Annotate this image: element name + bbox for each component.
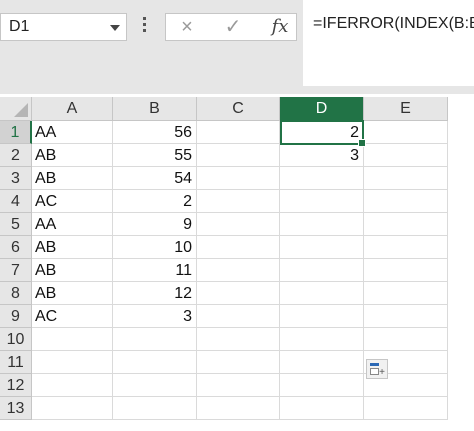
cell-d6[interactable] [280,236,364,259]
cell-e6[interactable] [364,236,448,259]
cell-e2[interactable] [364,144,448,167]
cell-c5[interactable] [197,213,280,236]
cell-b3[interactable]: 54 [113,167,197,190]
formula-buttons: × ✓ fx [165,13,297,41]
active-cell-border [280,120,366,147]
cell-e10[interactable] [364,328,448,351]
row-header-1[interactable]: 1 [0,121,32,144]
cell-b4[interactable]: 2 [113,190,197,213]
cell-b2[interactable]: 55 [113,144,197,167]
cell-b12[interactable] [113,374,197,397]
cell-c4[interactable] [197,190,280,213]
cell-a5[interactable]: AA [32,213,113,236]
cell-c1[interactable] [197,121,280,144]
fill-handle[interactable] [358,139,366,147]
cell-c11[interactable] [197,351,280,374]
cell-b6[interactable]: 10 [113,236,197,259]
chevron-down-icon[interactable] [110,25,120,31]
cell-a12[interactable] [32,374,113,397]
name-box[interactable]: D1 [0,13,127,41]
cell-a13[interactable] [32,397,113,420]
cancel-icon[interactable]: × [172,17,202,37]
cell-d10[interactable] [280,328,364,351]
enter-icon[interactable]: ✓ [218,17,248,37]
cell-c9[interactable] [197,305,280,328]
column-header-e[interactable]: E [364,97,448,121]
cell-e13[interactable] [364,397,448,420]
cell-d8[interactable] [280,282,364,305]
cell-c7[interactable] [197,259,280,282]
cell-c8[interactable] [197,282,280,305]
cell-a1[interactable]: AA [32,121,113,144]
cell-c12[interactable] [197,374,280,397]
cell-a8[interactable]: AB [32,282,113,305]
cell-b11[interactable] [113,351,197,374]
cell-d4[interactable] [280,190,364,213]
cell-d12[interactable] [280,374,364,397]
select-all-triangle-icon [14,103,28,117]
cell-c10[interactable] [197,328,280,351]
row-header-2[interactable]: 2 [0,144,32,167]
column-header-b[interactable]: B [113,97,197,121]
cell-d11[interactable] [280,351,364,374]
row-header-12[interactable]: 12 [0,374,32,397]
cell-b8[interactable]: 12 [113,282,197,305]
cell-b13[interactable] [113,397,197,420]
column-header-c[interactable]: C [197,97,280,121]
cell-a7[interactable]: AB [32,259,113,282]
name-box-value: D1 [9,18,30,35]
cell-c6[interactable] [197,236,280,259]
paste-options-icon[interactable]: + [366,359,388,379]
row-header-5[interactable]: 5 [0,213,32,236]
cell-d2[interactable]: 3 [280,144,364,167]
cell-b5[interactable]: 9 [113,213,197,236]
cell-b9[interactable]: 3 [113,305,197,328]
cell-e7[interactable] [364,259,448,282]
cell-a9[interactable]: AC [32,305,113,328]
cell-d3[interactable] [280,167,364,190]
cell-e9[interactable] [364,305,448,328]
column-header-d[interactable]: D [280,97,364,121]
row-header-10[interactable]: 10 [0,328,32,351]
cell-a11[interactable] [32,351,113,374]
cell-a2[interactable]: AB [32,144,113,167]
cell-a6[interactable]: AB [32,236,113,259]
cell-e1[interactable] [364,121,448,144]
cell-b7[interactable]: 11 [113,259,197,282]
cell-a10[interactable] [32,328,113,351]
select-all-corner[interactable] [0,97,32,121]
cell-c3[interactable] [197,167,280,190]
row-header-13[interactable]: 13 [0,397,32,420]
row-header-9[interactable]: 9 [0,305,32,328]
cell-a3[interactable]: AB [32,167,113,190]
row-header-7[interactable]: 7 [0,259,32,282]
row-header-8[interactable]: 8 [0,282,32,305]
cell-e8[interactable] [364,282,448,305]
row-header-6[interactable]: 6 [0,236,32,259]
cell-b1[interactable]: 56 [113,121,197,144]
row-header-4[interactable]: 4 [0,190,32,213]
row-header-3[interactable]: 3 [0,167,32,190]
formula-bar-area: D1 × ✓ fx =IFERROR(INDEX(B:B,A [0,0,474,94]
formula-input[interactable]: =IFERROR(INDEX(B:B,A [303,0,474,86]
cell-e3[interactable] [364,167,448,190]
insert-function-button[interactable]: fx [265,16,295,38]
cell-d13[interactable] [280,397,364,420]
cell-b10[interactable] [113,328,197,351]
more-options-icon[interactable] [143,15,147,37]
cell-e5[interactable] [364,213,448,236]
cell-e4[interactable] [364,190,448,213]
cell-d9[interactable] [280,305,364,328]
cell-c2[interactable] [197,144,280,167]
cell-d5[interactable] [280,213,364,236]
cell-a4[interactable]: AC [32,190,113,213]
cell-c13[interactable] [197,397,280,420]
row-header-11[interactable]: 11 [0,351,32,374]
column-header-a[interactable]: A [32,97,113,121]
cell-d7[interactable] [280,259,364,282]
